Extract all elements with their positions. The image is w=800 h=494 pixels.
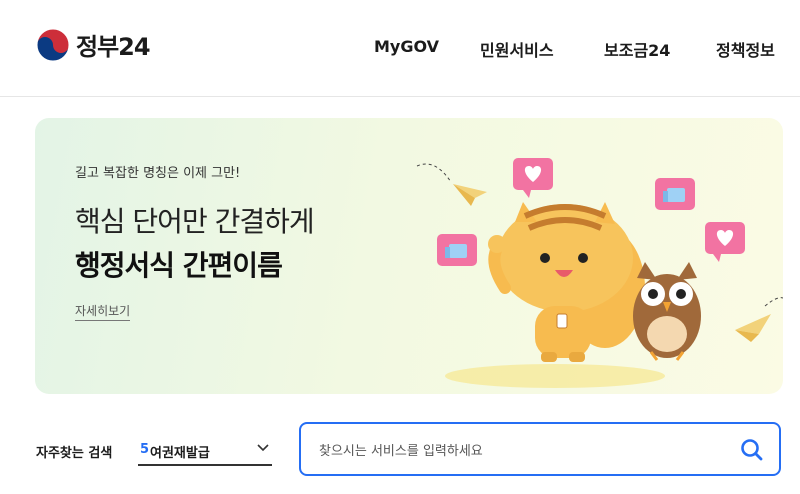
nav-item-mygov[interactable]: MyGOV [374, 37, 439, 56]
paper-plane-icon [416, 163, 487, 206]
main-nav: MyGOV 민원서비스 보조금24 정책정보 [0, 37, 800, 61]
favorite-rank: 5 [140, 442, 150, 457]
paper-plane-icon [735, 297, 783, 342]
banner-headline-2: 행정서식 간편이름 [75, 249, 283, 282]
site-header: 정부24 MyGOV 민원서비스 보조금24 정책정보 [0, 0, 800, 97]
promo-banner[interactable]: 길고 복잡한 명칭은 이제 그만! 핵심 단어만 간결하게 행정서식 간편이름 … [35, 118, 783, 394]
search-section: 자주찾는 검색 5 여권재발급 [0, 420, 800, 480]
banner-subtitle: 길고 복잡한 명칭은 이제 그만! [75, 166, 241, 181]
favorite-search-dropdown[interactable]: 5 여권재발급 [138, 434, 272, 466]
heart-icon [705, 222, 745, 262]
thumbs-up-icon [437, 234, 477, 266]
squirrel-mascot [488, 202, 645, 362]
nav-item-subsidy24[interactable]: 보조금24 [604, 37, 670, 61]
thumbs-up-icon [655, 178, 695, 210]
nav-item-civil-services[interactable]: 민원서비스 [480, 37, 554, 61]
favorite-value: 여권재발급 [150, 446, 210, 461]
banner-more-link[interactable]: 자세히보기 [75, 302, 131, 321]
nav-item-policy-info[interactable]: 정책정보 [716, 37, 775, 61]
banner-mascot-illustration [416, 158, 783, 388]
search-icon[interactable] [739, 437, 765, 463]
search-box [299, 422, 781, 476]
search-input[interactable] [317, 438, 721, 464]
favorite-search-label: 자주찾는 검색 [36, 446, 113, 461]
owl-mascot [633, 262, 701, 361]
heart-icon [513, 158, 553, 198]
chevron-down-icon [257, 444, 269, 452]
banner-headline-1: 핵심 단어만 간결하게 [75, 205, 315, 238]
